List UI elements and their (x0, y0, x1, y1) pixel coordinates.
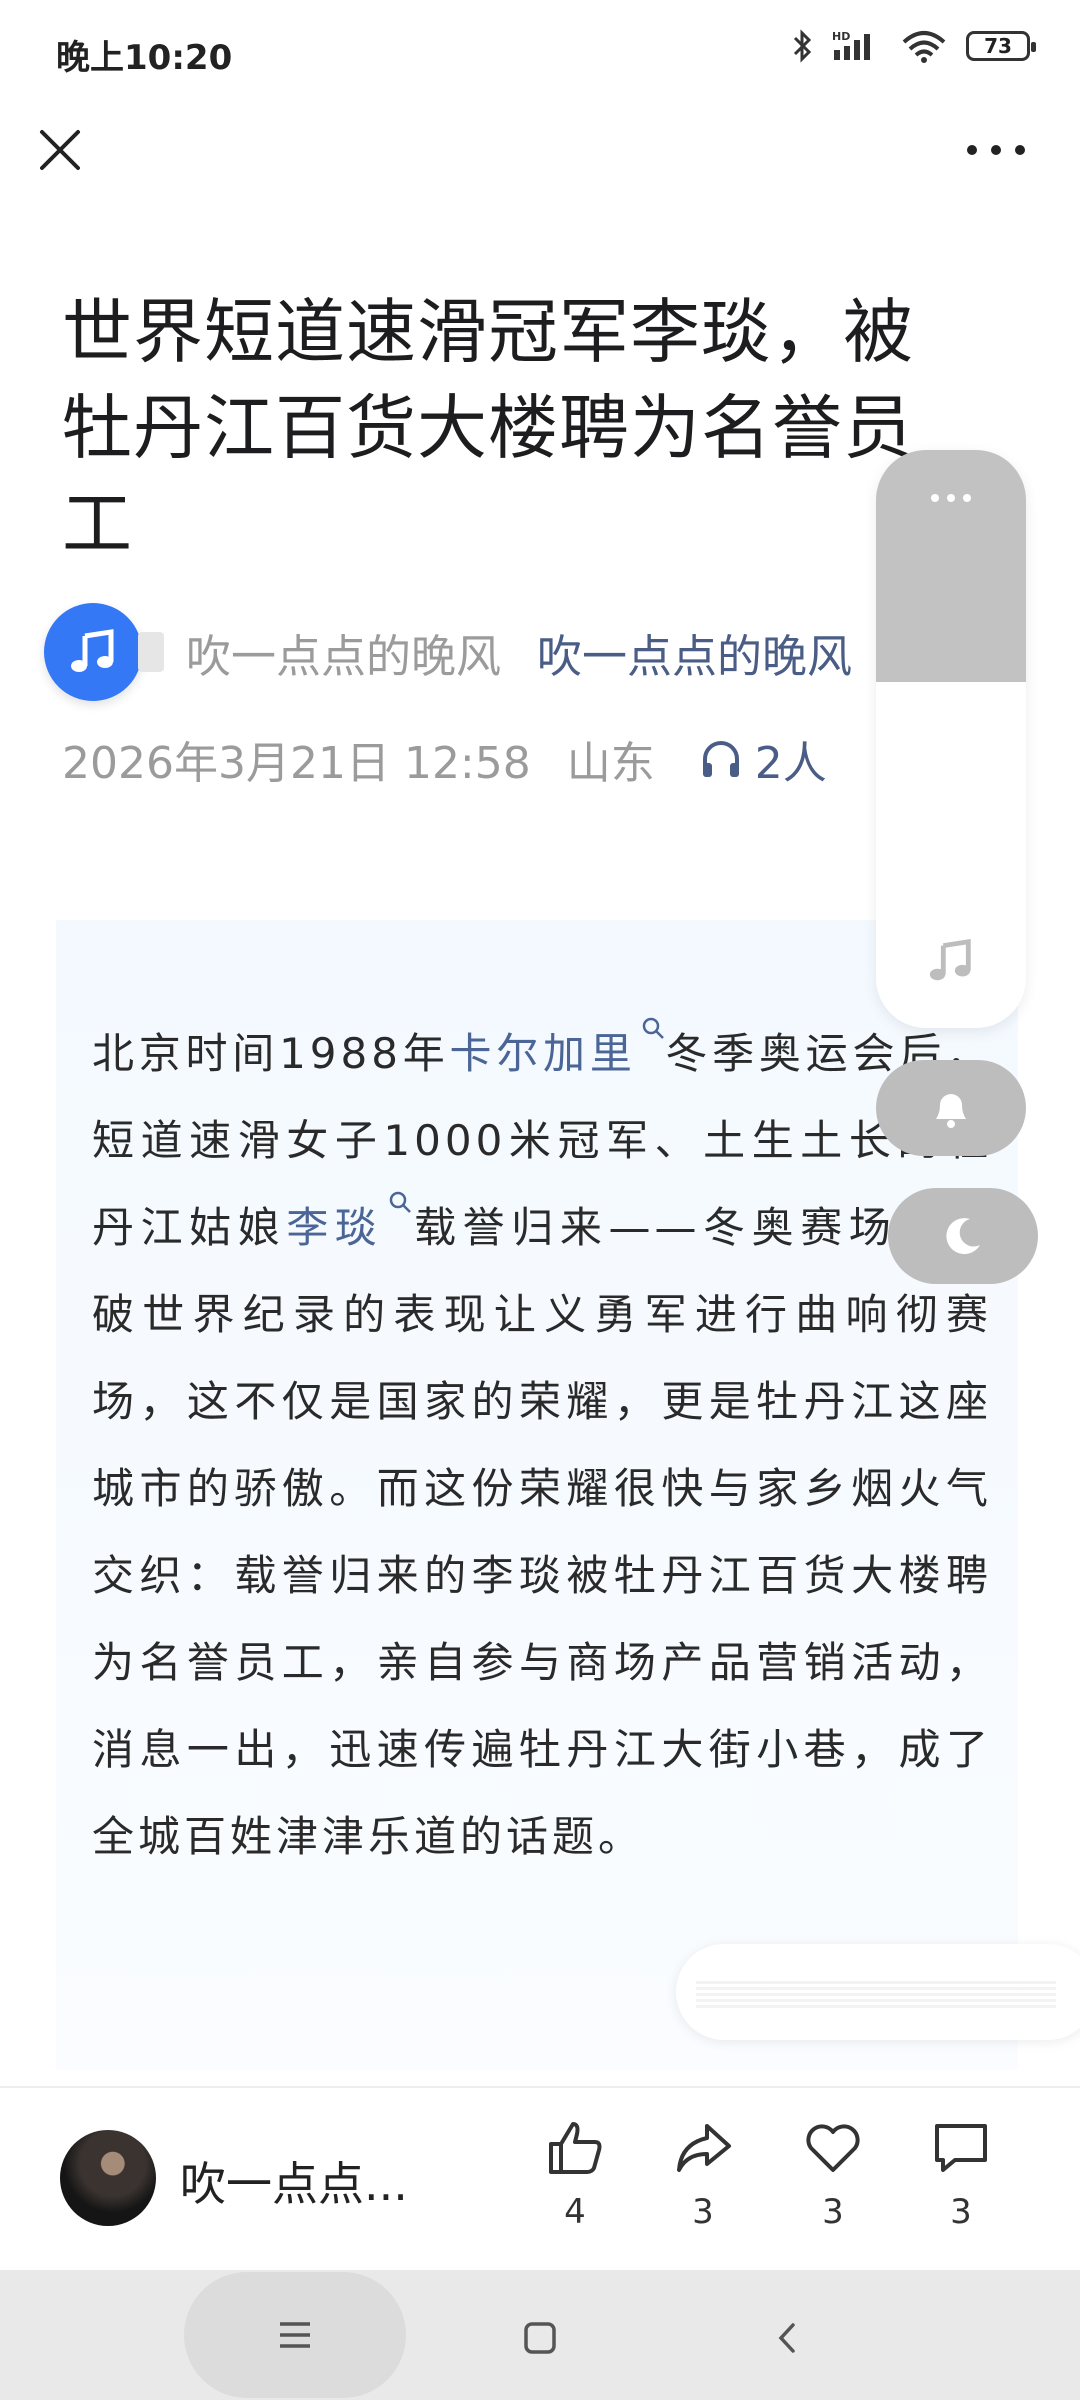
wifi-icon (902, 31, 946, 63)
body-text: 载誉归来——冬奥赛场以打破世界纪录的表现让义勇军进行曲响彻赛场，这不仅是国家的荣… (92, 1203, 992, 1861)
notification-button[interactable] (876, 1060, 1026, 1156)
menu-icon (280, 2322, 310, 2348)
bluetooth-icon (793, 29, 812, 63)
battery-indicator: 73 (966, 31, 1036, 61)
author-name-plain: 吹一点点的晚风 (186, 629, 502, 683)
keyword-link-calgary[interactable]: 卡尔加里 (449, 1017, 665, 1078)
moon-icon (946, 1218, 980, 1255)
night-mode-button[interactable] (888, 1188, 1038, 1284)
home-square-icon (524, 2322, 556, 2354)
blurred-content (696, 1978, 1056, 2008)
listeners-count: 2人 (754, 738, 827, 789)
floating-panel[interactable] (876, 450, 1026, 1028)
publish-date: 2026年3月21日 12:58 (62, 738, 531, 789)
status-bar: 晚上10:20 HD 73 (0, 0, 1080, 104)
status-icons: HD 73 (790, 28, 1036, 64)
comment-count: 3 (950, 2192, 972, 2232)
nav-home-button[interactable] (512, 2310, 568, 2366)
music-note-icon (71, 629, 114, 672)
blurred-pill-overlay[interactable] (676, 1944, 1080, 2040)
close-icon[interactable] (36, 126, 84, 174)
keyword-text: 李琰 (286, 1203, 384, 1252)
keyword-text: 卡尔加里 (449, 1029, 637, 1078)
publish-location: 山东 (566, 738, 655, 789)
nav-back-button[interactable] (760, 2310, 816, 2366)
favorite-count: 3 (822, 2192, 844, 2232)
article-title: 世界短道速滑冠军李琰，被牡丹江百货大楼聘为名誉员工 (62, 291, 914, 565)
share-button[interactable]: 3 (658, 2118, 748, 2248)
keyword-link-liyan[interactable]: 李琰 (286, 1191, 411, 1252)
music-note-icon[interactable] (926, 936, 976, 986)
author-thumbnail (138, 632, 164, 672)
favorite-button[interactable]: 3 (788, 2118, 878, 2248)
search-icon (389, 1191, 411, 1213)
heart-icon (806, 2124, 860, 2172)
user-avatar[interactable] (60, 2130, 156, 2226)
comment-button[interactable]: 3 (916, 2118, 1006, 2248)
svg-text:HD: HD (832, 30, 850, 43)
more-options-icon[interactable] (962, 126, 1030, 174)
thumbs-up-icon (549, 2122, 602, 2174)
cellular-signal-icon: HD (832, 30, 870, 60)
article-meta: 2026年3月21日 12:58 山东 2人 (62, 726, 827, 792)
body-text: 北京时间1988年 (92, 1029, 450, 1078)
share-icon (677, 2124, 731, 2172)
floating-panel-header[interactable] (876, 450, 1026, 682)
search-icon (642, 1017, 664, 1039)
headphones-icon (702, 741, 739, 777)
more-dots-icon (931, 494, 971, 682)
article-body: 北京时间1988年卡尔加里 冬季奥运会后，短道速滑女子1000米冠军、土生土长的牡… (92, 1010, 992, 1880)
listeners-indicator[interactable]: 2人 (699, 727, 827, 791)
status-time: 晚上10:20 (56, 38, 233, 78)
music-player-button[interactable] (44, 603, 142, 701)
share-count: 3 (692, 2192, 714, 2232)
user-name[interactable]: 吹一点点... (180, 2148, 408, 2214)
nav-menu-button[interactable] (184, 2272, 406, 2398)
back-chevron-icon (778, 2323, 795, 2353)
bell-icon (936, 1094, 966, 1128)
comment-icon (935, 2124, 987, 2172)
author-name-link[interactable]: 吹一点点的晚风 (537, 620, 857, 685)
like-count: 4 (564, 2192, 586, 2232)
like-button[interactable]: 4 (530, 2118, 620, 2248)
